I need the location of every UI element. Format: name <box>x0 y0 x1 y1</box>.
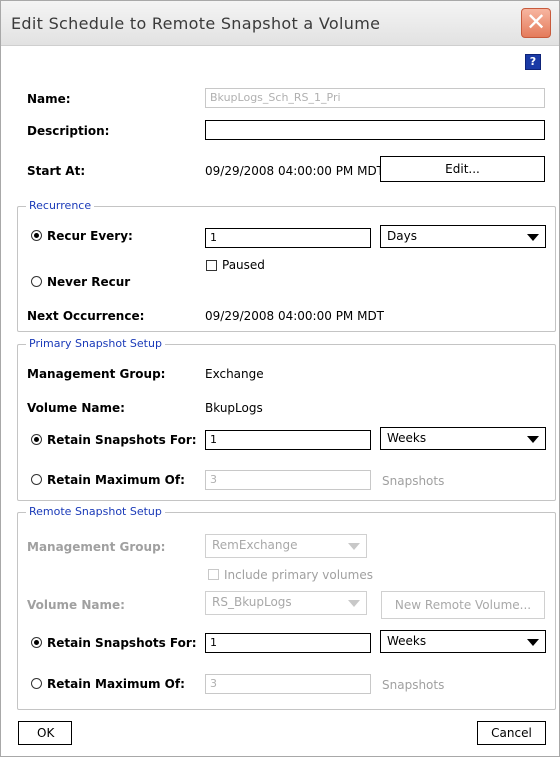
remote-retain-max-field[interactable]: 3 <box>205 674 371 694</box>
remote-retain-unit-value: Weeks <box>387 634 427 648</box>
recur-every-field[interactable]: 1 <box>205 228 371 248</box>
remote-retain-max-radio[interactable] <box>31 678 42 689</box>
name-field[interactable]: BkupLogs_Sch_RS_1_Pri <box>205 88 545 108</box>
cancel-button[interactable]: Cancel <box>477 721 546 745</box>
include-primary-label: Include primary volumes <box>224 568 373 582</box>
primary-retain-for-field[interactable]: 1 <box>205 430 371 450</box>
primary-retain-max-unit: Snapshots <box>382 474 445 488</box>
dialog-title: Edit Schedule to Remote Snapshot a Volum… <box>11 14 381 33</box>
description-field[interactable] <box>205 120 545 140</box>
include-primary-checkbox[interactable] <box>208 569 219 580</box>
remote-retain-for-label: Retain Snapshots For: <box>47 636 197 650</box>
help-icon[interactable]: ? <box>525 54 541 70</box>
remote-retain-max-unit: Snapshots <box>382 678 445 692</box>
primary-retain-for-radio[interactable] <box>31 434 42 445</box>
recur-every-label: Recur Every: <box>47 229 133 243</box>
remote-volume-name-select[interactable]: RS_BkupLogs <box>205 591 367 615</box>
chevron-down-icon <box>348 600 360 607</box>
chevron-down-icon <box>527 234 539 241</box>
dialog-window: Edit Schedule to Remote Snapshot a Volum… <box>0 0 560 757</box>
primary-volume-name-label: Volume Name: <box>27 401 125 415</box>
remote-volume-name-value: RS_BkupLogs <box>212 595 292 609</box>
ok-button[interactable]: OK <box>18 721 72 745</box>
remote-retain-for-radio[interactable] <box>31 637 42 648</box>
remote-legend: Remote Snapshot Setup <box>26 505 165 518</box>
next-occurrence-value: 09/29/2008 04:00:00 PM MDT <box>205 309 385 323</box>
primary-mgmt-group-label: Management Group: <box>27 367 166 381</box>
recur-every-radio[interactable] <box>31 230 42 241</box>
remote-retain-for-field[interactable]: 1 <box>205 633 371 653</box>
primary-mgmt-group-value: Exchange <box>205 367 264 381</box>
primary-retain-max-radio[interactable] <box>31 474 42 485</box>
close-icon[interactable]: ✕ <box>521 8 551 38</box>
next-occurrence-label: Next Occurrence: <box>27 309 145 323</box>
primary-legend: Primary Snapshot Setup <box>26 337 165 350</box>
remote-volume-name-label: Volume Name: <box>27 598 125 612</box>
new-remote-volume-button[interactable]: New Remote Volume... <box>381 591 545 619</box>
chevron-down-icon <box>527 639 539 646</box>
never-recur-label: Never Recur <box>47 275 131 289</box>
name-label: Name: <box>27 92 71 106</box>
recurrence-legend: Recurrence <box>26 199 95 212</box>
primary-volume-name-value: BkupLogs <box>205 401 263 415</box>
chevron-down-icon <box>527 436 539 443</box>
start-at-value: 09/29/2008 04:00:00 PM MDT <box>205 164 385 178</box>
never-recur-radio[interactable] <box>31 276 42 287</box>
paused-label: Paused <box>222 258 265 272</box>
remote-mgmt-group-value: RemExchange <box>212 538 298 552</box>
start-at-label: Start At: <box>27 164 86 178</box>
chevron-down-icon <box>348 543 360 550</box>
remote-mgmt-group-label: Management Group: <box>27 540 166 554</box>
primary-retain-unit-value: Weeks <box>387 431 427 445</box>
primary-retain-unit-select[interactable]: Weeks <box>380 427 546 450</box>
primary-retain-for-label: Retain Snapshots For: <box>47 433 197 447</box>
remote-retain-max-label: Retain Maximum Of: <box>47 677 185 691</box>
remote-mgmt-group-select[interactable]: RemExchange <box>205 534 367 558</box>
description-label: Description: <box>27 124 110 138</box>
edit-start-button[interactable]: Edit... <box>380 156 545 182</box>
remote-retain-unit-select[interactable]: Weeks <box>380 630 546 653</box>
recur-unit-select[interactable]: Days <box>380 225 546 248</box>
primary-retain-max-field[interactable]: 3 <box>205 470 371 490</box>
paused-checkbox[interactable] <box>206 260 217 271</box>
recur-unit-value: Days <box>387 229 417 243</box>
title-bar: Edit Schedule to Remote Snapshot a Volum… <box>1 1 559 46</box>
primary-retain-max-label: Retain Maximum Of: <box>47 473 185 487</box>
